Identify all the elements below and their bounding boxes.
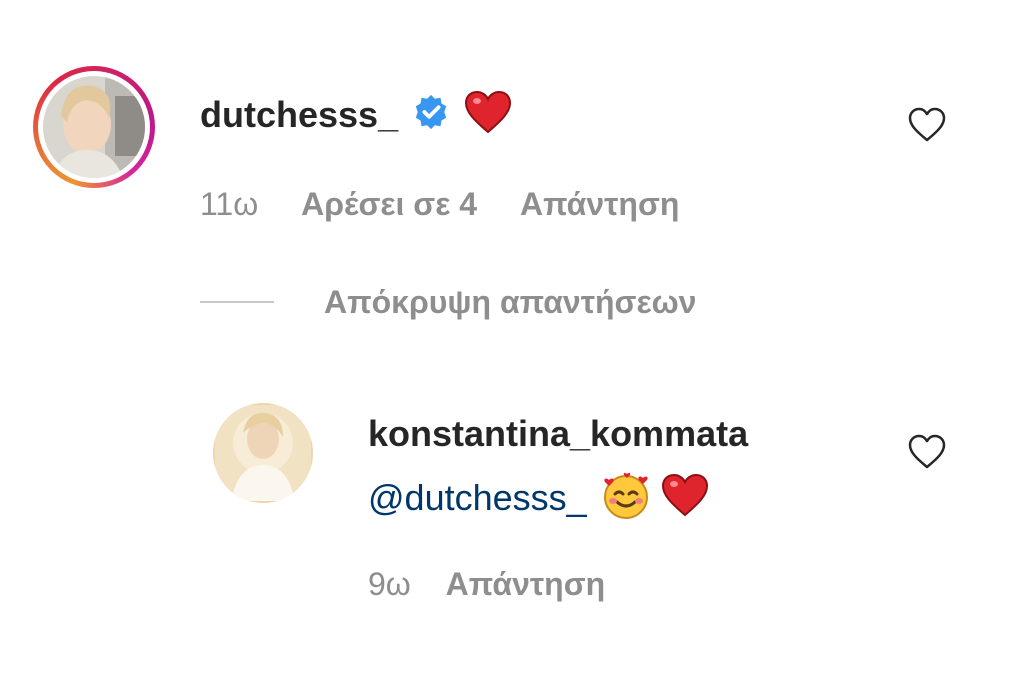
- hide-replies-button[interactable]: Απόκρυψη απαντήσεων: [200, 286, 696, 318]
- like-comment-button[interactable]: [907, 105, 947, 145]
- comment-header: dutchesss_: [200, 90, 512, 140]
- heart-emoji: [661, 473, 709, 523]
- avatar-dutchesss[interactable]: [43, 76, 145, 178]
- avatar-konstantina[interactable]: [213, 403, 313, 503]
- reply-username[interactable]: konstantina_kommata: [368, 416, 748, 452]
- reply-meta: 9ω Απάντηση: [368, 568, 639, 600]
- heart-outline-icon: [908, 434, 946, 469]
- heart-outline-icon: [908, 107, 946, 142]
- avatar-photo-image: [43, 76, 145, 178]
- avatar-photo-image: [213, 403, 313, 503]
- comment-likes-count[interactable]: Αρέσει σε 4: [301, 188, 477, 220]
- reply-reply-button[interactable]: Απάντηση: [446, 568, 605, 600]
- avatar-ring-gap: [38, 71, 150, 183]
- heart-emoji: [464, 90, 512, 140]
- smiling-face-with-hearts-emoji: [601, 470, 651, 526]
- comment-timestamp[interactable]: 11ω: [200, 188, 258, 220]
- reply-timestamp[interactable]: 9ω: [368, 568, 411, 600]
- reply-text: @dutchesss_: [368, 470, 709, 526]
- avatar-story-ring[interactable]: [33, 66, 155, 188]
- hide-replies-divider: [200, 301, 274, 303]
- comment-meta: 11ω Αρέσει σε 4 Απάντηση: [200, 188, 713, 220]
- reply-mention-link[interactable]: @dutchesss_: [368, 480, 587, 516]
- comment-reply-button[interactable]: Απάντηση: [520, 188, 679, 220]
- like-reply-button[interactable]: [907, 432, 947, 472]
- verified-badge-icon: [412, 93, 450, 137]
- comment-username[interactable]: dutchesss_: [200, 97, 398, 133]
- hide-replies-label: Απόκρυψη απαντήσεων: [324, 284, 697, 320]
